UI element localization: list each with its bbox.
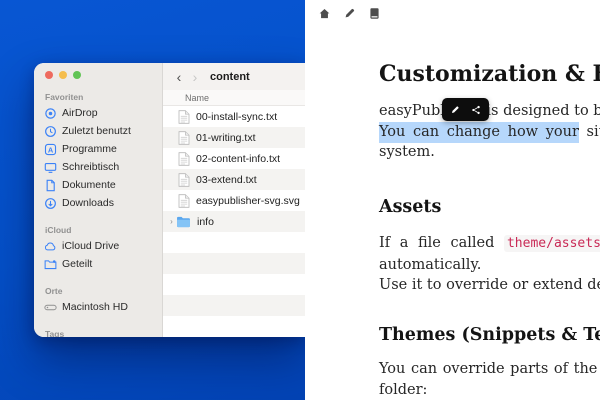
file-list: 00-install-sync.txt 01-writing.txt 02-cont… — [163, 106, 305, 337]
paragraph-line: system. — [379, 142, 600, 163]
clock-icon — [44, 125, 57, 138]
traffic-light[interactable] — [59, 71, 67, 79]
airdrop-icon — [44, 107, 57, 120]
applications-icon: A — [44, 143, 57, 156]
file-name: info — [197, 216, 214, 228]
window-title: content — [210, 71, 250, 83]
sidebar-item-label: Macintosh HD — [62, 301, 128, 313]
list-empty-row — [163, 232, 305, 253]
sidebar-section-header: Tags — [45, 329, 162, 337]
selected-text: You can change how your — [379, 122, 579, 143]
sidebar-item-label: Zuletzt benutzt — [62, 125, 131, 137]
sidebar-item-schreibtisch[interactable]: Schreibtisch — [34, 158, 162, 176]
sidebar-section-header: iCloud — [45, 225, 162, 235]
file-icon — [178, 152, 190, 166]
file-name: 02-content-info.txt — [196, 153, 280, 165]
paragraph-line: Use it to override or extend default sty… — [379, 275, 600, 296]
sidebar-section-header: Favoriten — [45, 92, 162, 102]
selection-toolbar — [442, 98, 489, 121]
sidebar-sections: Favoriten AirDrop Zuletzt benutzt A Programm… — [34, 92, 162, 337]
share-icon[interactable] — [471, 105, 481, 115]
cloud-icon — [44, 240, 57, 253]
section-heading-assets: Assets — [379, 197, 441, 217]
column-header-name[interactable]: Name — [163, 90, 305, 106]
downloads-icon — [44, 197, 57, 210]
sidebar-item-dokumente[interactable]: Dokumente — [34, 176, 162, 194]
paragraph-line: easyPublisher is designed to be simple —… — [379, 101, 600, 122]
paragraph-text: If a file called — [379, 235, 504, 251]
intro-paragraph: easyPublisher is designed to be simple —… — [379, 101, 600, 163]
sidebar-item-label: Geteilt — [62, 258, 92, 270]
document-icon — [44, 179, 57, 192]
list-empty-row — [163, 316, 305, 337]
paragraph-line: You can change how your site looks and b… — [379, 122, 600, 143]
file-row-02-content-info-txt[interactable]: 02-content-info.txt — [163, 148, 305, 169]
folder-icon — [176, 216, 191, 228]
paragraph-text: site looks and behaves with the theme — [579, 124, 600, 140]
file-row-easypublisher-svg-svg[interactable]: easypublisher-svg.svg — [163, 190, 305, 211]
page-title: Customization & Extending — [379, 61, 600, 87]
paragraph-line: If a file called theme/assets/css/custom… — [379, 233, 600, 255]
sidebar-item-label: AirDrop — [62, 107, 98, 119]
disclosure-chevron-icon[interactable]: › — [167, 217, 176, 226]
file-row-03-extend-txt[interactable]: 03-extend.txt — [163, 169, 305, 190]
forward-icon[interactable]: › — [187, 69, 203, 85]
finder-window: Favoriten AirDrop Zuletzt benutzt A Programm… — [34, 63, 305, 337]
list-empty-row — [163, 253, 305, 274]
traffic-lights — [34, 71, 162, 79]
sidebar-item-macintosh-hd[interactable]: Macintosh HD — [34, 298, 162, 316]
file-row-01-writing-txt[interactable]: 01-writing.txt — [163, 127, 305, 148]
file-name: 03-extend.txt — [196, 174, 257, 186]
file-icon — [178, 131, 190, 145]
sidebar-item-geteilt[interactable]: Geteilt — [34, 255, 162, 273]
sidebar-item-airdrop[interactable]: AirDrop — [34, 104, 162, 122]
finder-sidebar: Favoriten AirDrop Zuletzt benutzt A Programm… — [34, 63, 163, 337]
section-heading-themes: Themes (Snippets & Templates) — [379, 325, 600, 345]
sidebar-item-label: Downloads — [62, 197, 114, 209]
finder-toolbar: ‹ › content — [163, 63, 305, 90]
file-name: easypublisher-svg.svg — [196, 195, 300, 207]
file-name: 01-writing.txt — [196, 132, 256, 144]
paragraph-line: You can override parts of the layout by … — [379, 359, 600, 380]
file-icon — [178, 194, 190, 208]
file-row-info[interactable]: › info — [163, 211, 305, 232]
pencil-icon[interactable] — [450, 105, 460, 115]
paragraph-line: automatically. — [379, 255, 600, 276]
sidebar-item-label: Schreibtisch — [62, 161, 119, 173]
traffic-light[interactable] — [73, 71, 81, 79]
sidebar-item-label: iCloud Drive — [62, 240, 119, 252]
file-row-00-install-sync-txt[interactable]: 00-install-sync.txt — [163, 106, 305, 127]
list-empty-row — [163, 295, 305, 316]
left-panel-background: Favoriten AirDrop Zuletzt benutzt A Programm… — [0, 0, 305, 400]
article: Customization & Extending easyPublisher … — [305, 0, 600, 400]
file-icon — [178, 173, 190, 187]
paragraph-line: folder: — [379, 380, 600, 400]
traffic-light[interactable] — [45, 71, 53, 79]
sidebar-item-label: Programme — [62, 143, 117, 155]
sidebar-item-label: Dokumente — [62, 179, 116, 191]
back-icon[interactable]: ‹ — [171, 69, 187, 85]
finder-main-pane: ‹ › content Name 00-install-sync.txt 01-w… — [163, 63, 305, 337]
themes-paragraph: You can override parts of the layout by … — [379, 359, 600, 400]
svg-text:A: A — [48, 145, 54, 154]
sidebar-section-header: Orte — [45, 286, 162, 296]
content-page: Customization & Extending easyPublisher … — [305, 0, 600, 400]
sidebar-item-downloads[interactable]: Downloads — [34, 194, 162, 212]
list-empty-row — [163, 274, 305, 295]
file-icon — [178, 110, 190, 124]
file-name: 00-install-sync.txt — [196, 111, 277, 123]
inline-code: theme/assets/css/custom.css — [504, 235, 600, 252]
sidebar-item-zuletzt-benutzt[interactable]: Zuletzt benutzt — [34, 122, 162, 140]
assets-paragraph: If a file called theme/assets/css/custom… — [379, 233, 600, 296]
sidebar-item-icloud-drive[interactable]: iCloud Drive — [34, 237, 162, 255]
hdd-icon — [44, 301, 57, 314]
sidebar-item-programme[interactable]: A Programme — [34, 140, 162, 158]
shared-folder-icon — [44, 258, 57, 271]
desktop-icon — [44, 161, 57, 174]
